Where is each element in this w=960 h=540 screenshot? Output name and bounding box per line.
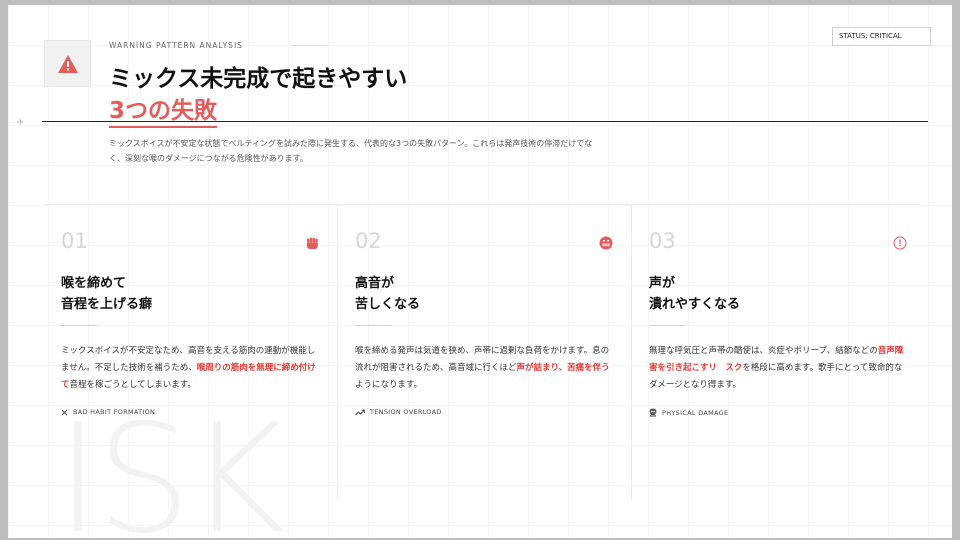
card-number: 03 — [649, 229, 676, 253]
card-body: 喉を締める発声は気道を狭め、声帯に過剰な負荷をかけます。息の流れが阻害されるため… — [355, 346, 610, 390]
card-highlight: 声が詰まり、苦痛を伴う — [516, 363, 610, 373]
card-number: 01 — [61, 229, 88, 253]
card-number: 02 — [355, 229, 382, 253]
card-body: ミックスボイスが不安定なため、高音を支える筋肉の連動が機能しません。不足した技術… — [61, 346, 316, 390]
grimace-face-icon — [599, 235, 613, 254]
card-title: 声が 潰れやすくなる — [649, 276, 741, 312]
intro-text: ミックスボイスが不安定な状態でベルティングを試みた際に発生する、代表的な3つの失… — [109, 139, 593, 163]
card-divider — [649, 325, 685, 326]
warning-badge — [44, 40, 91, 87]
failure-card-3: 03 声が 潰れやすくなる 無理な呼気圧と声帯の酷使は、炎症やポリープ、結節など… — [632, 205, 925, 500]
failure-card-1: 01 喉を締めて 音程を上げる癖 ミックスボイスが不安定なため、高音を支える筋肉… — [44, 205, 338, 500]
header-divider — [42, 121, 928, 122]
slide: ISK WARNING PATTERN ANALYSIS STATUS: CRI… — [8, 5, 952, 538]
card-title: 喉を締めて 音程を上げる癖 — [61, 276, 153, 312]
failure-card-2: 02 高音が 苦しくなる 喉を締める発声は気道を狭め、声帯に過剰な負荷をかけます… — [338, 205, 632, 500]
x-icon — [61, 409, 68, 415]
status-badge: STATUS: CRITICAL — [832, 27, 931, 46]
card-tag: BAD HABIT FORMATION — [61, 408, 321, 416]
card-tag: PHYSICAL DAMAGE — [649, 408, 909, 417]
card-title: 高音が 苦しくなる — [355, 276, 421, 312]
warning-triangle-icon — [57, 54, 78, 73]
page-title-highlight: 3つの失敗 — [109, 91, 218, 128]
fist-icon — [306, 235, 319, 254]
page-title: ミックス未完成で起きやすい — [109, 66, 408, 92]
kicker-divider — [292, 45, 326, 46]
card-divider — [355, 325, 391, 326]
card-tag: TENSION OVERLOAD — [355, 408, 615, 416]
skull-icon — [649, 408, 657, 417]
failure-cards: 01 喉を締めて 音程を上げる癖 ミックスボイスが不安定なため、高音を支える筋肉… — [44, 204, 920, 500]
alert-circle-icon — [893, 235, 907, 254]
section-kicker: WARNING PATTERN ANALYSIS — [109, 41, 243, 50]
trend-up-icon — [355, 409, 365, 415]
card-divider — [61, 325, 97, 326]
card-body: 無理な呼気圧と声帯の酷使は、炎症やポリープ、結節などの音声障害を引き起こすリ ス… — [649, 346, 904, 390]
crosshair-icon: + — [16, 117, 25, 128]
